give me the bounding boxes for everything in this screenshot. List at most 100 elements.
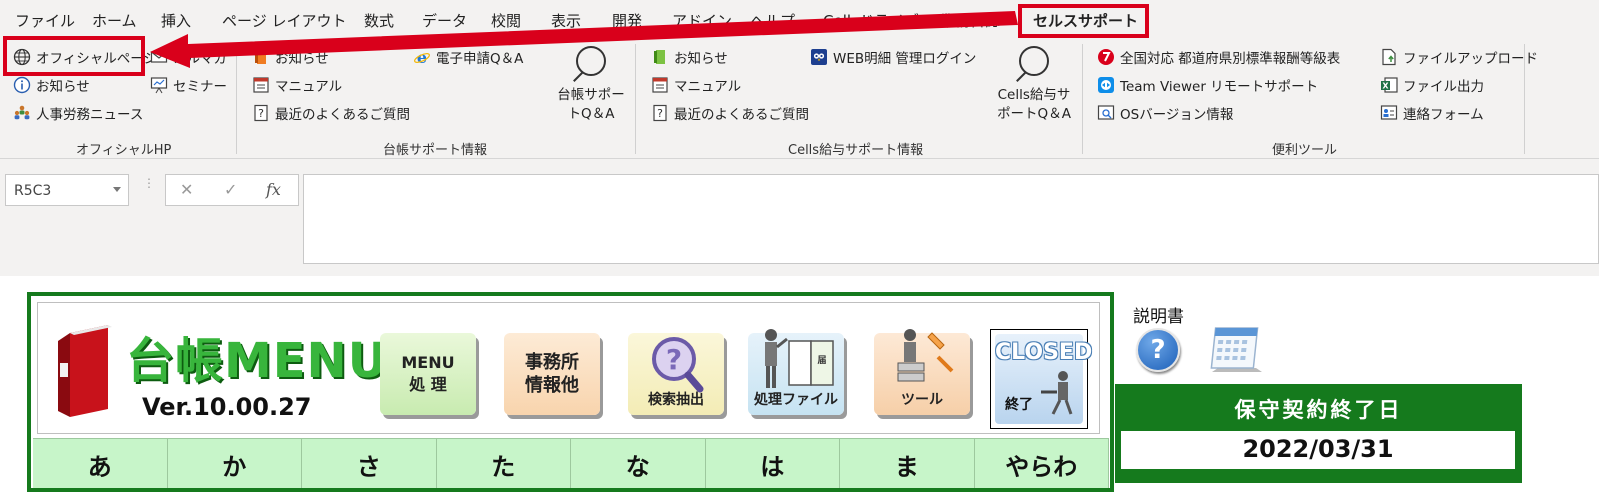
- teamviewer-support-label: Team Viewer リモートサポート: [1120, 79, 1319, 95]
- daicho-manual-label: マニュアル: [275, 79, 343, 95]
- version-label: Ver.10.00.27: [142, 393, 312, 421]
- mail-magazine-button[interactable]: メルマガ: [150, 47, 227, 67]
- official-page-highlight: [3, 36, 145, 76]
- chevron-down-icon[interactable]: [113, 187, 121, 192]
- hr-news-button[interactable]: 人事労務ニュース: [13, 103, 143, 123]
- closed-label: 終了: [1005, 397, 1033, 413]
- notice-icon: [252, 48, 270, 66]
- svg-text:?: ?: [666, 343, 682, 376]
- tab-page-layout[interactable]: ページ レイアウト: [222, 10, 346, 31]
- process-files-label: 処理ファイル: [754, 392, 838, 408]
- daicho-manual-button[interactable]: マニュアル: [252, 75, 342, 95]
- process-files-button[interactable]: 届 処理ファイル: [748, 329, 844, 415]
- daicho-news-label: お知らせ: [275, 51, 329, 67]
- kana-tab-sa[interactable]: さ: [302, 438, 437, 488]
- maintenance-panel: 保守契約終了日 2022/03/31: [1115, 384, 1522, 483]
- daicho-support-qa-label-1: 台帳サポー: [557, 87, 625, 103]
- help-icon[interactable]: ?: [1136, 328, 1180, 372]
- search-extract-label: 検索抽出: [648, 392, 704, 408]
- cells-news-button[interactable]: お知らせ: [651, 47, 728, 67]
- manual-icon: [252, 76, 270, 94]
- seminar-button[interactable]: セミナー: [150, 75, 227, 95]
- menu-frame: 台帳MENU Ver.10.00.27 MENU 処 理 事務所 情報他 ? 検…: [27, 292, 1114, 492]
- standard-remuneration-table-button[interactable]: 全国対応 都道府県別標準報酬等級表: [1097, 47, 1340, 67]
- tab-file[interactable]: ファイル: [15, 10, 75, 31]
- search-extract-button[interactable]: ? 検索抽出: [628, 333, 724, 415]
- e-application-qa-button[interactable]: e 電子申請Q＆A: [413, 47, 523, 67]
- tab-help[interactable]: ヘルプ: [750, 10, 795, 31]
- kana-tab-yarawa[interactable]: やらわ: [974, 438, 1109, 488]
- tab-insert[interactable]: 挿入: [161, 10, 191, 31]
- daicho-support-qa-label-2: トQ＆A: [567, 106, 615, 122]
- cells-faq-button[interactable]: ? 最近のよくあるご質問: [651, 103, 809, 123]
- magnifier-icon: [576, 46, 606, 76]
- insert-function-icon[interactable]: fx: [266, 180, 281, 199]
- tab-work-log[interactable]: 業務日誌: [940, 10, 1000, 31]
- office-info-label-1: 事務所: [525, 352, 579, 373]
- close-menu-button[interactable]: CLOSED 終了: [990, 329, 1093, 429]
- seminar-icon: [150, 76, 168, 94]
- kana-tab-a[interactable]: あ: [33, 438, 168, 488]
- tab-cells-drive[interactable]: Cellsドライブ: [823, 10, 919, 31]
- info-icon: [13, 76, 31, 94]
- cells-manual-label: マニュアル: [674, 79, 742, 95]
- kana-tab-ha[interactable]: は: [705, 438, 840, 488]
- daicho-news-button[interactable]: お知らせ: [252, 47, 329, 67]
- os-version-button[interactable]: OSバージョン情報: [1097, 103, 1233, 123]
- magnifier-question-icon: ?: [652, 337, 704, 393]
- menu-process-button[interactable]: MENU 処 理: [380, 333, 476, 415]
- cells-manual-button[interactable]: マニュアル: [651, 75, 741, 95]
- name-box[interactable]: R5C3: [5, 174, 129, 206]
- tools-button[interactable]: ツール: [874, 329, 970, 415]
- drag-handle-icon[interactable]: ⋮: [143, 177, 155, 200]
- name-box-value: R5C3: [14, 183, 52, 199]
- tab-review[interactable]: 校閲: [491, 10, 521, 31]
- tab-home[interactable]: ホーム: [92, 10, 137, 31]
- group-separator: [1524, 44, 1525, 154]
- contact-form-button[interactable]: 連絡フォーム: [1380, 103, 1484, 123]
- tab-data[interactable]: データ: [422, 10, 467, 31]
- office-info-button[interactable]: 事務所 情報他: [504, 333, 600, 415]
- kana-tab-ka[interactable]: か: [167, 438, 302, 488]
- owl-icon: [810, 48, 828, 66]
- question-doc-icon: ?: [651, 104, 669, 122]
- group-label-tools: 便利ツール: [1272, 143, 1338, 158]
- file-upload-button[interactable]: ファイルアップロード: [1380, 47, 1538, 67]
- maintenance-date: 2022/03/31: [1121, 431, 1515, 469]
- worksheet: 台帳MENU Ver.10.00.27 MENU 処 理 事務所 情報他 ? 検…: [0, 276, 1599, 492]
- contact-form-icon: [1380, 104, 1398, 122]
- contact-form-label: 連絡フォーム: [1403, 107, 1484, 123]
- kana-tab-ta[interactable]: た: [436, 438, 571, 488]
- kana-tab-na[interactable]: な: [571, 438, 706, 488]
- close-menu-tile: CLOSED 終了: [995, 334, 1093, 424]
- tab-developer[interactable]: 開発: [612, 10, 642, 31]
- tab-view[interactable]: 表示: [551, 10, 581, 31]
- teamviewer-support-button[interactable]: Team Viewer リモートサポート: [1097, 75, 1318, 95]
- manual-label: 説明書: [1133, 307, 1184, 327]
- daicho-faq-button[interactable]: ? 最近のよくあるご質問: [252, 103, 410, 123]
- group-label-cells: Cells給与サポート情報: [788, 143, 924, 158]
- menu-panel: 台帳MENU Ver.10.00.27 MENU 処 理 事務所 情報他 ? 検…: [37, 302, 1100, 434]
- closed-title: CLOSED: [995, 340, 1093, 365]
- formula-buttons: ✕ ✓ fx: [165, 174, 299, 206]
- hr-news-label: 人事労務ニュース: [36, 107, 144, 123]
- manual-icon: [651, 76, 669, 94]
- tab-formulas[interactable]: 数式: [364, 10, 394, 31]
- enter-icon[interactable]: ✓: [224, 180, 237, 199]
- cells-faq-label: 最近のよくあるご質問: [674, 107, 809, 123]
- file-output-button[interactable]: X ファイル出力: [1380, 75, 1484, 95]
- official-news-button[interactable]: お知らせ: [13, 75, 90, 95]
- kana-tab-ma[interactable]: ま: [840, 438, 975, 488]
- cancel-icon[interactable]: ✕: [180, 180, 193, 199]
- web-payslip-login-button[interactable]: WEB明細 管理ログイン: [810, 47, 976, 67]
- cells-support-qa-button[interactable]: Cells給与サ ポートQ＆A: [993, 46, 1075, 124]
- exit-person-icon: [1041, 371, 1073, 415]
- menu-process-label-1: MENU: [401, 353, 455, 372]
- calendar-icon[interactable]: [1208, 324, 1266, 374]
- menu-tab-bar: ファイル ホーム 挿入 ページ レイアウト 数式 データ 校閲 表示 開発 アド…: [0, 0, 1599, 38]
- formula-input[interactable]: [303, 174, 1599, 264]
- svg-text:?: ?: [657, 107, 663, 120]
- daicho-support-qa-button[interactable]: 台帳サポー トQ＆A: [552, 46, 630, 124]
- group-separator: [1082, 44, 1083, 154]
- tab-addins[interactable]: アドイン: [672, 10, 732, 31]
